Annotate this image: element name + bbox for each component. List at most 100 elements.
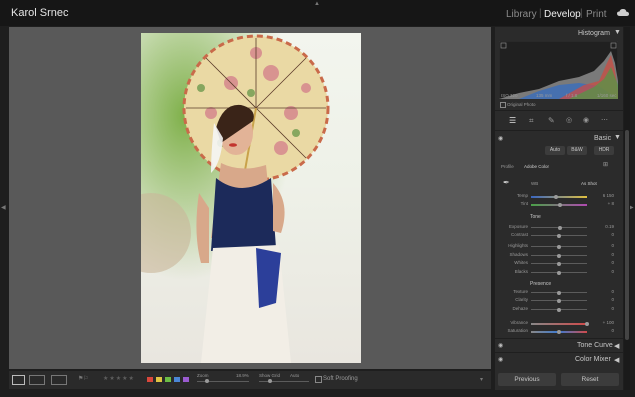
contrast-value[interactable]: 0 — [594, 232, 614, 237]
texture-label: Texture — [513, 289, 528, 294]
previous-button[interactable]: Previous — [498, 373, 556, 386]
red-eye-icon[interactable]: ◎ — [566, 116, 572, 124]
divider — [495, 352, 623, 353]
hdr-button[interactable]: HDR — [594, 146, 614, 155]
color-mixer-title[interactable]: Color Mixer — [575, 356, 611, 363]
shutter-info: 1/160 sec — [597, 93, 617, 98]
auto-button[interactable]: Auto — [545, 146, 565, 155]
compare-view-icon[interactable] — [51, 375, 67, 385]
contrast-slider-thumb[interactable] — [557, 233, 561, 238]
blacks-value[interactable]: 0 — [594, 269, 614, 274]
shadows-label: Shadows — [509, 252, 528, 257]
color-label-swatch[interactable] — [183, 377, 189, 382]
scrollbar-thumb[interactable] — [625, 130, 629, 340]
soft-proofing-checkbox[interactable] — [315, 376, 322, 383]
saturation-value[interactable]: 0 — [594, 328, 614, 333]
texture-value[interactable]: 0 — [594, 289, 614, 294]
basic-title[interactable]: Basic — [594, 135, 611, 142]
highlights-value[interactable]: 0 — [594, 243, 614, 248]
tint-slider-thumb[interactable] — [558, 202, 563, 207]
soft-proofing-label: Soft Proofing — [323, 376, 358, 382]
temp-slider-thumb[interactable] — [554, 194, 559, 199]
presets-icon[interactable]: ⋯ — [601, 116, 608, 124]
divider — [495, 130, 623, 131]
wb-eyedropper-icon[interactable]: ✒ — [503, 178, 510, 187]
photo-preview[interactable] — [141, 33, 361, 363]
shadows-slider-thumb[interactable] — [557, 253, 561, 258]
vibrance-value[interactable]: + 100 — [594, 320, 614, 325]
star-rating[interactable]: ★★★★★ — [103, 375, 135, 382]
whites-label: Whites — [514, 260, 528, 265]
module-print[interactable]: Print — [586, 9, 607, 20]
dehaze-slider-thumb[interactable] — [557, 307, 561, 312]
shadows-value[interactable]: 0 — [594, 252, 614, 257]
divider — [495, 110, 623, 111]
whites-slider-thumb[interactable] — [557, 261, 561, 266]
grid-mode-value[interactable]: Auto — [290, 373, 299, 378]
exposure-slider-thumb[interactable] — [558, 225, 563, 230]
exposure-value[interactable]: 0.19 — [594, 224, 614, 229]
tone-curve-expand-icon[interactable]: ◀ — [614, 342, 619, 350]
zoom-value: 18.9% — [236, 373, 249, 378]
wb-label: WB — [531, 181, 539, 186]
color-label-swatch[interactable] — [174, 377, 180, 382]
focal-info: 135 mm — [536, 93, 553, 98]
saturation-slider-thumb[interactable] — [557, 329, 561, 334]
reset-button[interactable]: Reset — [561, 373, 619, 386]
color-label-swatch[interactable] — [147, 377, 153, 382]
collapse-left-panel-icon[interactable]: ◀ — [1, 204, 6, 211]
basic-collapse-icon[interactable]: ▼ — [614, 134, 621, 141]
color-mixer-eye-icon[interactable]: ◉ — [498, 356, 503, 363]
color-label-swatch[interactable] — [156, 377, 162, 382]
color-mixer-expand-icon[interactable]: ◀ — [614, 356, 619, 364]
histogram-collapse-icon[interactable]: ▼ — [614, 29, 621, 36]
bw-button[interactable]: B&W — [567, 146, 587, 155]
whites-value[interactable]: 0 — [594, 260, 614, 265]
vibrance-label: Vibrance — [510, 320, 528, 325]
clarity-label: Clarity — [515, 297, 528, 302]
edit-sliders-icon[interactable]: ☰ — [509, 116, 516, 125]
color-label-swatch[interactable] — [165, 377, 171, 382]
module-develop[interactable]: Develop — [544, 9, 581, 20]
wb-select[interactable]: As Shot — [581, 181, 597, 186]
toolbar-menu-icon[interactable]: ▾ — [480, 376, 483, 383]
module-separator: | — [539, 8, 542, 19]
divider — [495, 338, 623, 339]
histogram-title[interactable]: Histogram — [578, 30, 610, 37]
grid-opacity-slider[interactable] — [259, 381, 309, 382]
collapse-top-panel-icon[interactable]: ▲ — [314, 1, 320, 7]
healing-icon[interactable]: ✎ — [548, 116, 555, 125]
flag-icon[interactable]: ⚑⚐ — [78, 375, 89, 382]
vibrance-slider[interactable] — [531, 323, 587, 325]
loupe-view-icon[interactable] — [12, 375, 25, 385]
clarity-value[interactable]: 0 — [594, 297, 614, 302]
visibility-eye-icon[interactable]: ◉ — [498, 135, 503, 142]
grid-slider-thumb[interactable] — [268, 379, 272, 383]
vibrance-slider-thumb[interactable] — [585, 321, 589, 326]
tone-curve-eye-icon[interactable]: ◉ — [498, 342, 503, 349]
histogram-chart[interactable] — [499, 41, 618, 99]
original-photo-checkbox[interactable] — [500, 102, 506, 108]
tint-value[interactable]: + 8 — [594, 201, 614, 206]
show-grid-label: Show Grid — [259, 373, 281, 378]
clarity-slider-thumb[interactable] — [557, 298, 561, 303]
tint-label: Tint — [520, 201, 528, 206]
temp-value[interactable]: 6 150 — [594, 193, 614, 198]
iso-info: ISO 320 — [501, 93, 518, 98]
dehaze-value[interactable]: 0 — [594, 306, 614, 311]
highlights-label: Highlights — [508, 243, 528, 248]
module-library[interactable]: Library — [506, 9, 537, 20]
profile-select[interactable]: Adobe Color — [524, 164, 549, 169]
zoom-slider-thumb[interactable] — [205, 379, 209, 383]
masking-icon[interactable]: ◉ — [583, 116, 589, 124]
crop-icon[interactable]: ⌗ — [529, 116, 534, 126]
blacks-slider-thumb[interactable] — [557, 270, 561, 275]
tone-curve-title[interactable]: Tone Curve — [577, 342, 613, 349]
original-photo-label: Original Photo — [507, 102, 536, 107]
temp-slider[interactable] — [531, 196, 587, 198]
texture-slider-thumb[interactable] — [557, 290, 561, 295]
highlights-slider-thumb[interactable] — [557, 244, 561, 249]
profile-browser-icon[interactable]: ⊞ — [603, 161, 608, 168]
cloud-icon[interactable] — [617, 9, 629, 16]
before-after-view-icon[interactable] — [29, 375, 45, 385]
